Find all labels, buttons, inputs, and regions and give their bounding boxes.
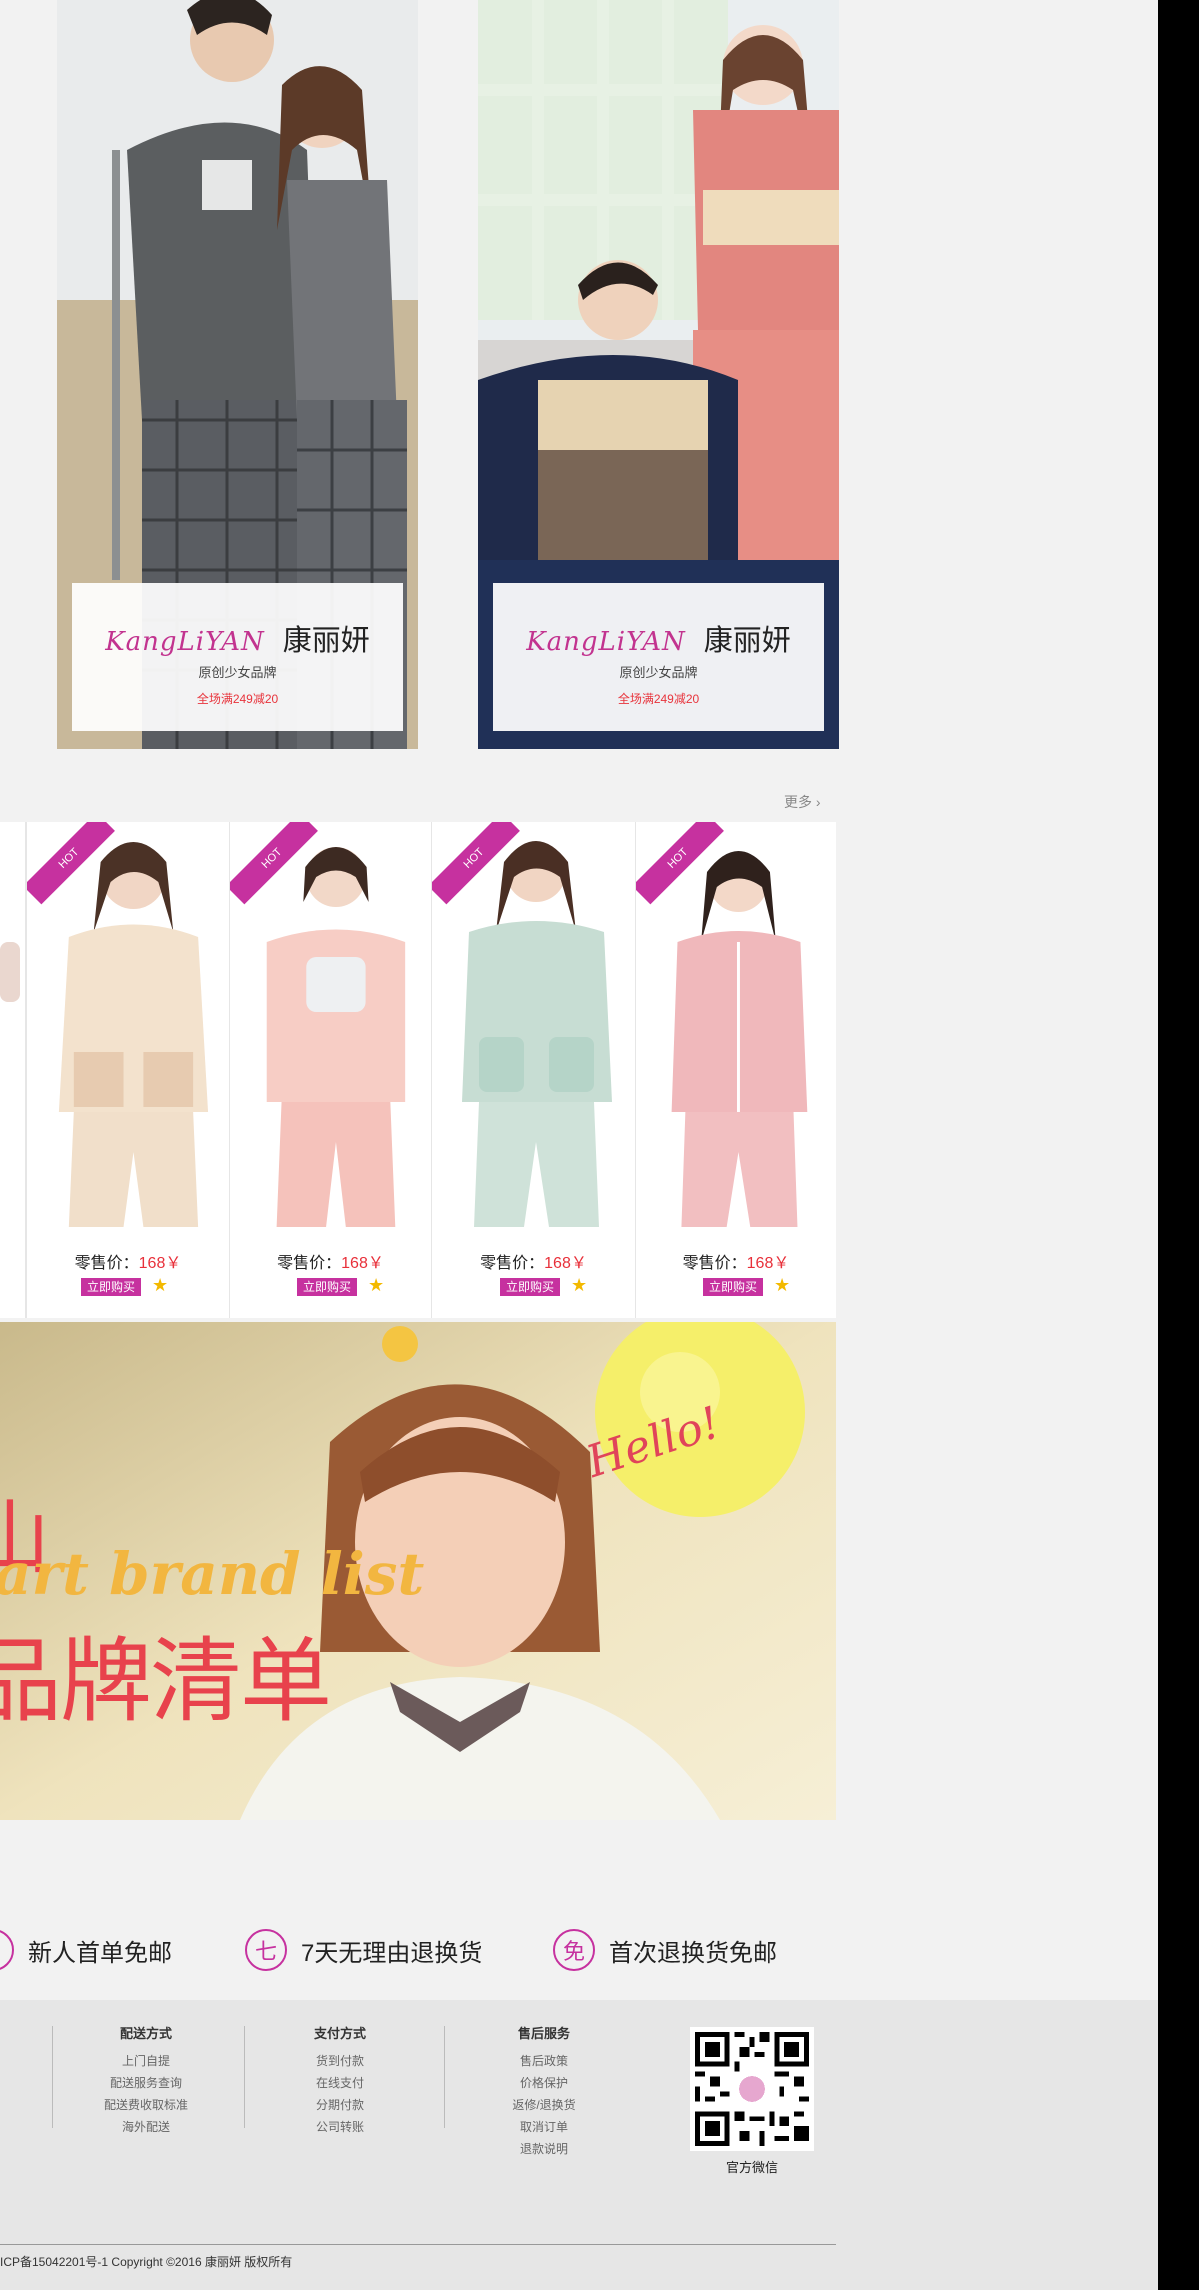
footer-link[interactable]: 海外配送 [66, 2116, 226, 2138]
footer-divider [52, 2026, 53, 2128]
product-card-partial [0, 822, 26, 1318]
product-price: 零售价：168￥ [682, 1255, 790, 1272]
footer-col-delivery: 配送方式 上门自提 配送服务查询 配送费收取标准 海外配送 [66, 2023, 226, 2138]
product-photo [671, 851, 808, 1227]
footer-link[interactable]: 取消订单 [464, 2116, 624, 2138]
product-photo [266, 847, 406, 1227]
brand-list-banner[interactable]: Hello! 山 art brand list 品牌清单 [0, 1322, 836, 1820]
footer-col-title: 售后服务 [517, 2026, 570, 2041]
product-price: 零售价：168￥ [277, 1255, 384, 1272]
buy-now-button[interactable]: 立即购买 [703, 1278, 764, 1296]
chevron-right-icon: › [815, 794, 821, 810]
seven-day-icon: 七 [245, 1929, 287, 1971]
footer-link[interactable]: 退款说明 [464, 2138, 624, 2160]
free-shipping-icon [0, 1929, 14, 1971]
copyright-text: ICP备15042201号-1 Copyright ©2016 康丽妍 版权所有 [0, 2255, 293, 2269]
footer-divider-line [0, 2244, 836, 2245]
star-icon[interactable]: ★ [571, 1275, 587, 1296]
brand-promo[interactable]: 全场满249减20 [72, 690, 403, 707]
product-price: 零售价：168￥ [480, 1255, 587, 1272]
product-price: 零售价：168￥ [74, 1255, 182, 1272]
footer-link[interactable]: 公司转账 [260, 2116, 420, 2138]
footer-divider [244, 2026, 245, 2128]
footer-col-aftersale: 售后服务 售后政策 价格保护 返修/退换货 取消订单 退款说明 [464, 2023, 624, 2160]
brand-card-2[interactable]: KangLiYAN 康丽妍 原创少女品牌 全场满249减20 [478, 0, 839, 749]
footer-link[interactable]: 配送服务查询 [66, 2072, 226, 2094]
footer-divider [444, 2026, 445, 2128]
footer-link[interactable]: 上门自提 [66, 2050, 226, 2072]
promise-label: 7天无理由退换货 [301, 1939, 483, 1967]
star-icon[interactable]: ★ [368, 1275, 384, 1296]
banner-chinese-text: 品牌清单 [0, 1631, 332, 1733]
footer-link[interactable]: 货到付款 [260, 2050, 420, 2072]
buy-now-button[interactable]: 立即购买 [297, 1278, 358, 1296]
brand-subtitle: 原创少女品牌 [198, 665, 277, 680]
brand-info-box: KangLiYAN 康丽妍 原创少女品牌 全场满249减20 [493, 583, 824, 731]
buy-now-button[interactable]: 立即购买 [81, 1278, 142, 1296]
product-strip: HOT 零售价：168￥ 立即购买 ★ HOT 零售价：168￥ 立即购买 ★ … [0, 822, 836, 1318]
star-icon[interactable]: ★ [774, 1275, 790, 1296]
brand-card-1[interactable]: KangLiYAN 康丽妍 原创少女品牌 全场满249减20 [57, 0, 418, 749]
product-card[interactable]: HOT 零售价：168￥ 立即购买 ★ [26, 822, 229, 1318]
promise-7day-return: 七 7天无理由退换货 [245, 1928, 482, 1972]
more-link[interactable]: 更多 › [784, 792, 821, 812]
brand-subtitle: 原创少女品牌 [619, 665, 698, 680]
footer-link[interactable]: 价格保护 [464, 2072, 624, 2094]
star-icon[interactable]: ★ [152, 1275, 168, 1296]
product-card[interactable]: HOT 零售价：168￥ 立即购买 ★ [229, 822, 431, 1318]
promise-free-return: 免 首次退换货免邮 [553, 1928, 777, 1972]
banner-english-text: art brand list [0, 1540, 425, 1608]
product-photo-partial [0, 942, 20, 1002]
footer-link[interactable]: 分期付款 [260, 2094, 420, 2116]
qr-label: 官方微信 [725, 2160, 778, 2175]
right-black-bar [1158, 0, 1199, 2290]
product-photo [58, 842, 209, 1227]
buy-now-button[interactable]: 立即购买 [500, 1278, 561, 1296]
footer-link[interactable]: 配送费收取标准 [66, 2094, 226, 2116]
product-card[interactable]: HOT 零售价：168￥ 立即购买 ★ [635, 822, 836, 1318]
product-card[interactable]: HOT 零售价：168￥ 立即购买 ★ [431, 822, 635, 1318]
footer-link[interactable]: 售后政策 [464, 2050, 624, 2072]
promise-free-shipping: 新人首单免邮 [0, 1928, 172, 1972]
promise-label: 新人首单免邮 [28, 1939, 172, 1967]
footer-col-title: 支付方式 [313, 2026, 366, 2041]
promise-label: 首次退换货免邮 [609, 1939, 777, 1967]
footer-link[interactable]: 返修/退换货 [464, 2094, 624, 2116]
brand-info-box: KangLiYAN 康丽妍 原创少女品牌 全场满249减20 [72, 583, 403, 731]
brand-logo: KangLiYAN 康丽妍 [526, 625, 791, 657]
wechat-qr-code [690, 2027, 814, 2151]
footer-col-title: 配送方式 [119, 2026, 172, 2041]
brand-promo[interactable]: 全场满249减20 [493, 690, 824, 707]
brand-logo: KangLiYAN 康丽妍 [105, 625, 370, 657]
product-photo [462, 841, 612, 1227]
footer-col-payment: 支付方式 货到付款 在线支付 分期付款 公司转账 [260, 2023, 420, 2138]
footer: 配送方式 上门自提 配送服务查询 配送费收取标准 海外配送 支付方式 货到付款 … [0, 2000, 1158, 2290]
free-return-icon: 免 [553, 1929, 595, 1971]
footer-link[interactable]: 在线支付 [260, 2072, 420, 2094]
